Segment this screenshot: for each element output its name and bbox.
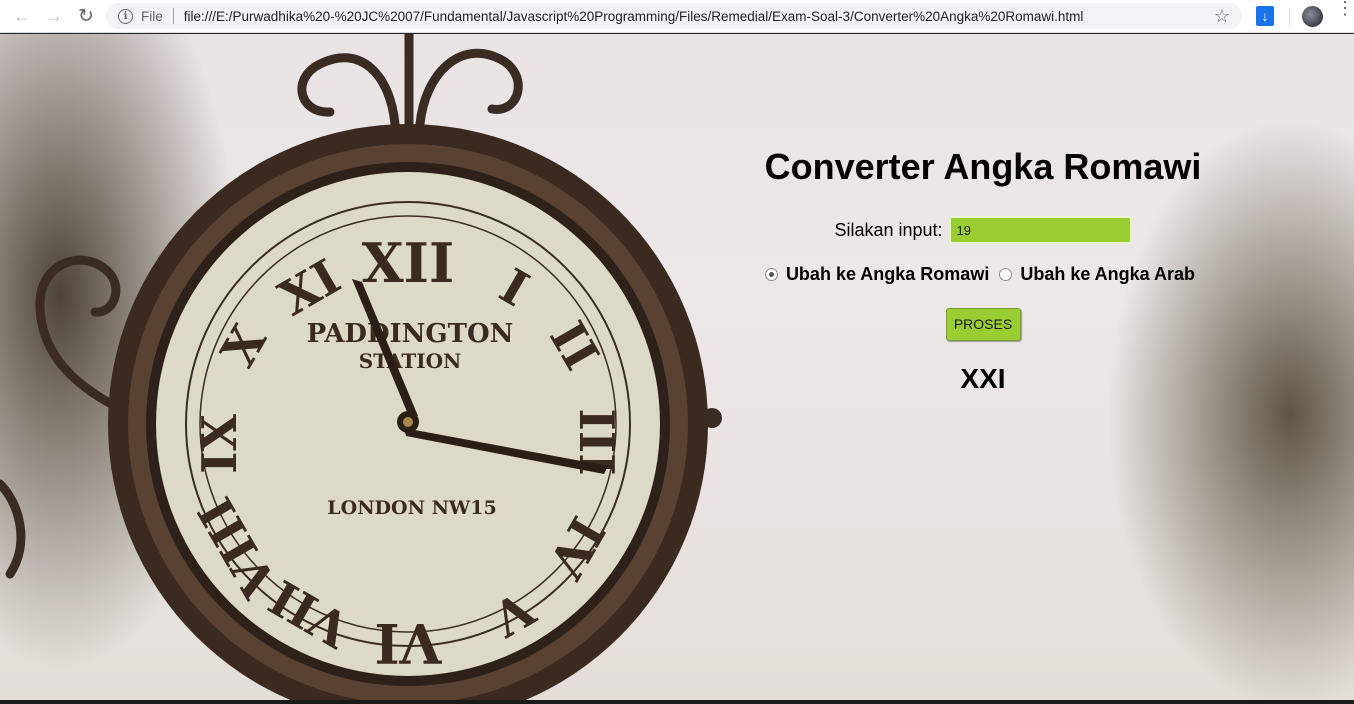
url-scheme: File (141, 8, 163, 24)
button-row: PROSES (760, 308, 1206, 341)
menu-icon[interactable]: ⋮ (1336, 0, 1354, 27)
info-icon[interactable]: i (118, 8, 133, 24)
star-icon[interactable]: ☆ (1214, 6, 1230, 27)
page-background: XII I II III IV V VI VII VIII IX X XI PA… (0, 34, 1354, 700)
number-input[interactable] (948, 216, 1132, 244)
radio-to-roman-label[interactable]: Ubah ke Angka Romawi (786, 264, 989, 285)
conversion-options: Ubah ke Angka Romawi Ubah ke Angka Arab (760, 264, 1206, 285)
clock-image: XII I II III IV V VI VII VIII IX X XI PA… (0, 34, 722, 700)
radio-to-arab[interactable] (999, 268, 1013, 281)
clock-knob (702, 408, 722, 428)
avatar[interactable] (1302, 6, 1323, 27)
proses-button[interactable]: PROSES (945, 308, 1021, 341)
browser-toolbar: ← → ↻ i File file:///E:/Purwadhika%20-%2… (0, 0, 1354, 33)
input-label: Silakan input: (834, 219, 943, 240)
svg-text:VI: VI (374, 611, 442, 675)
input-row: Silakan input: (760, 216, 1206, 244)
result-output: XXI (960, 363, 1006, 394)
svg-text:IX: IX (192, 413, 248, 473)
page-title: Converter Angka Romawi (764, 146, 1202, 187)
radio-to-arab-label[interactable]: Ubah ke Angka Arab (1020, 264, 1195, 285)
back-arrow-icon[interactable]: ← (7, 1, 37, 31)
omnibox-divider (172, 8, 174, 24)
reload-icon[interactable]: ↻ (71, 1, 101, 31)
download-icon[interactable]: ↓ (1256, 6, 1274, 26)
toolbar-divider (1289, 8, 1290, 26)
url-text[interactable]: file:///E:/Purwadhika%20-%20JC%2007/Fund… (184, 9, 1084, 24)
bottom-edge (0, 700, 1354, 704)
svg-text:XII: XII (362, 231, 454, 295)
converter-panel: Converter Angka Romawi Silakan input: Ub… (760, 146, 1206, 395)
address-bar[interactable]: i File file:///E:/Purwadhika%20-%20JC%20… (106, 3, 1242, 29)
clock-text-london: LONDON NW15 (327, 497, 496, 519)
clock-text-paddington: PADDINGTON (307, 319, 514, 349)
radio-to-roman[interactable] (764, 268, 778, 281)
forward-arrow-icon[interactable]: → (39, 1, 69, 31)
clock-text-station: STATION (359, 349, 462, 373)
